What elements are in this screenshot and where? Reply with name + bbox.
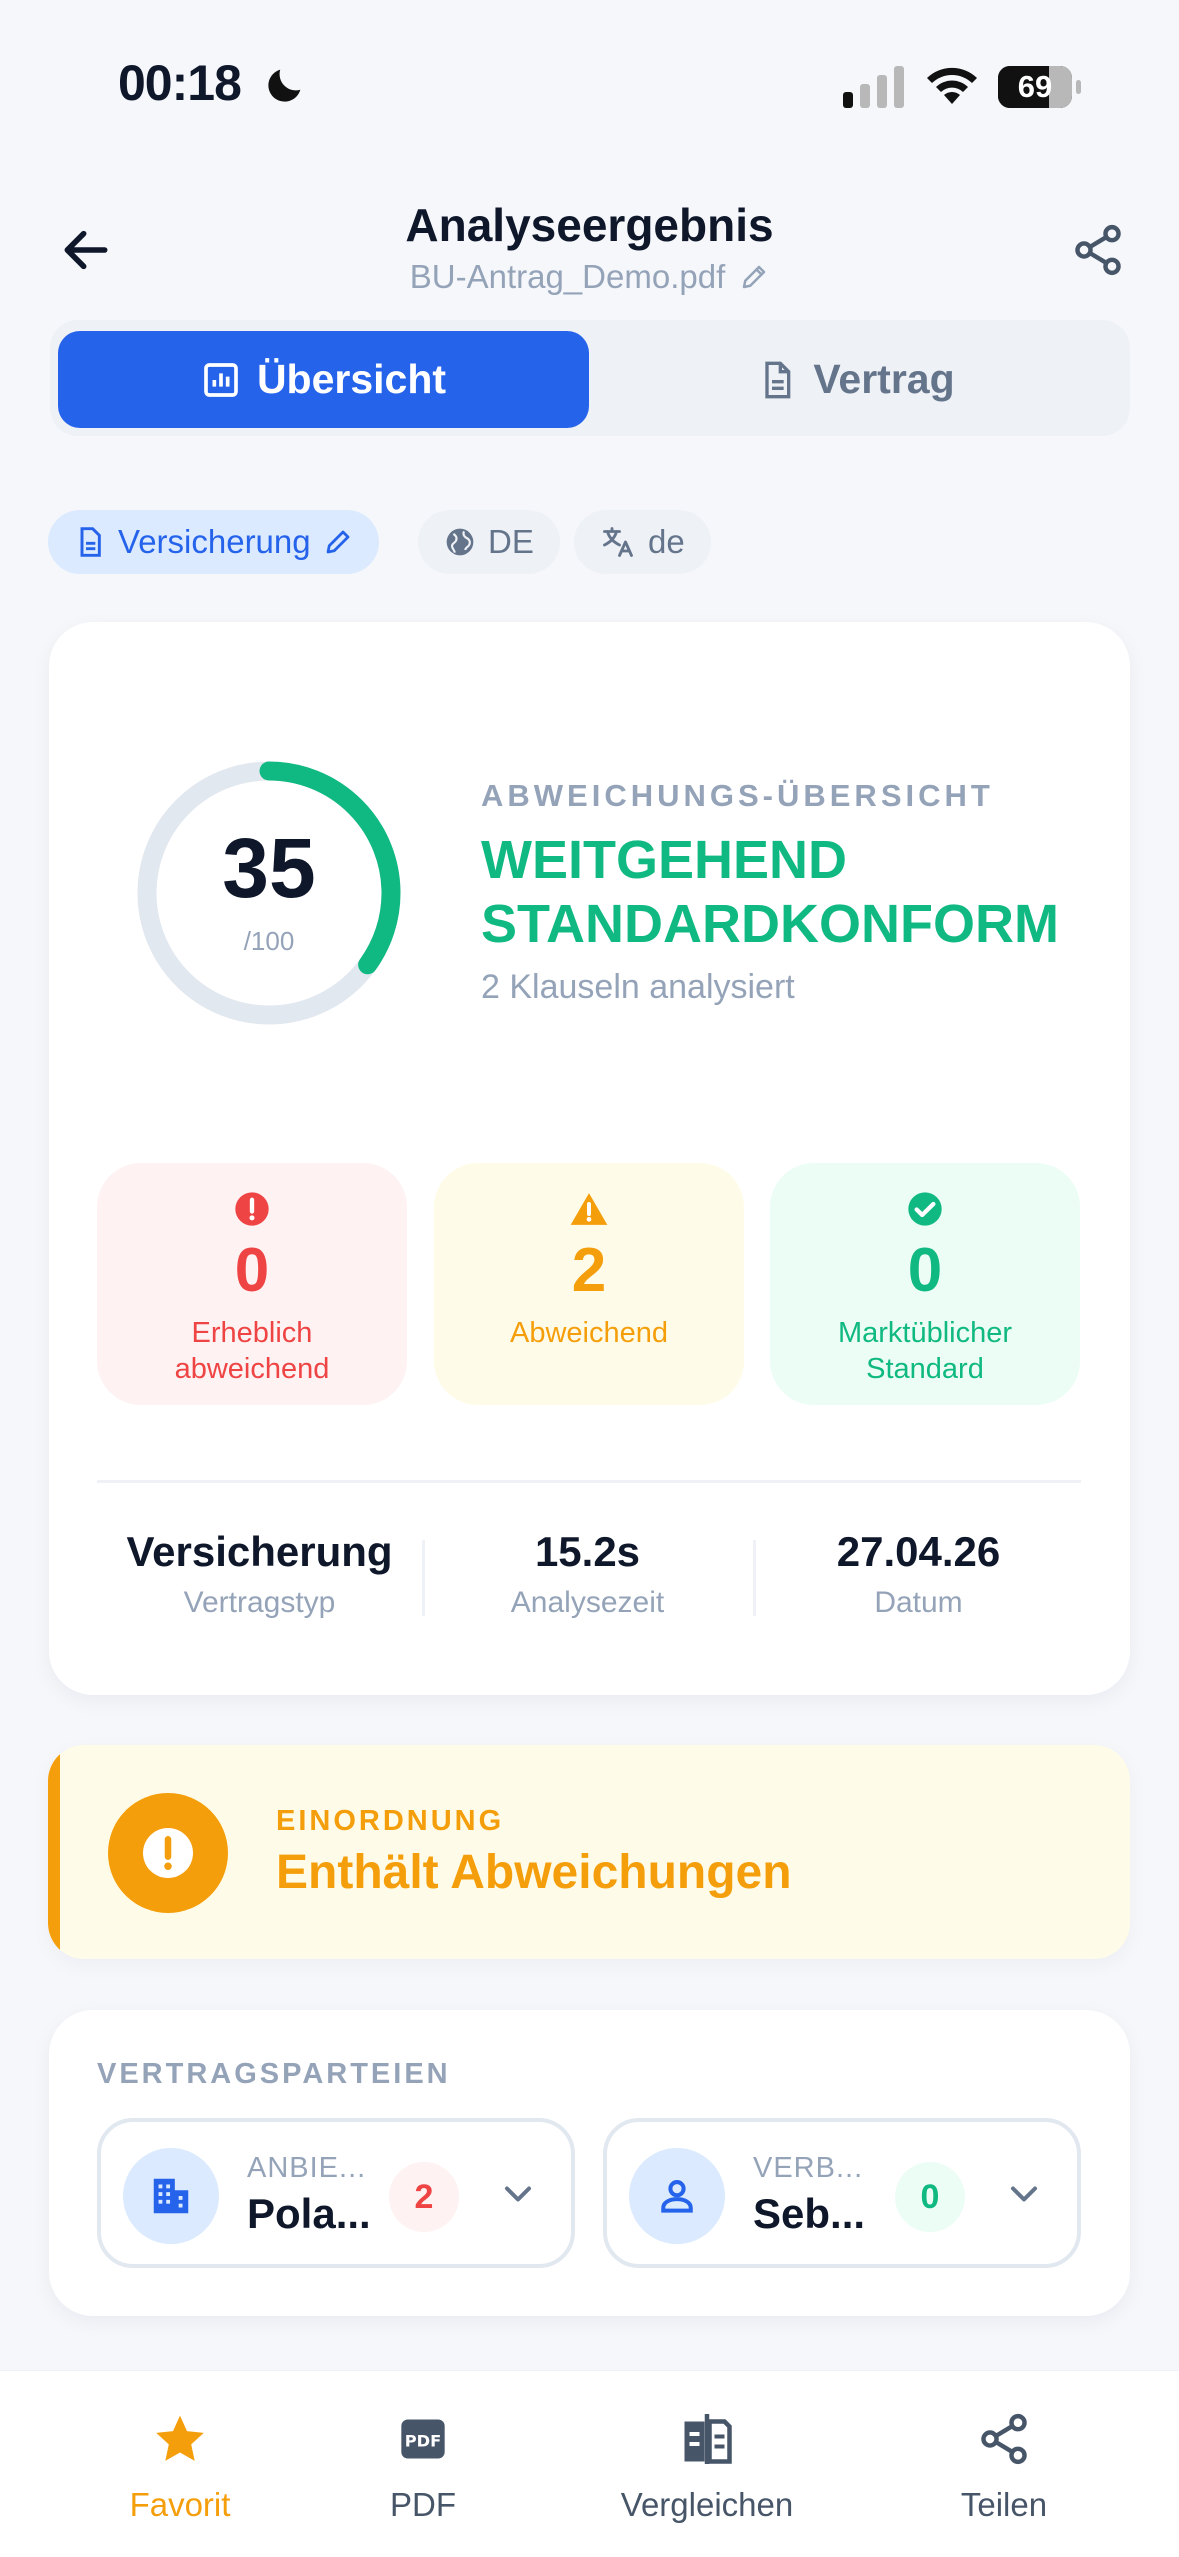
stat-count: 0 (234, 1236, 270, 1305)
nav-compare[interactable]: Vergleichen (587, 2408, 827, 2524)
building-icon (123, 2148, 219, 2244)
document-icon (80, 527, 101, 557)
file-name-row[interactable]: BU-Antrag_Demo.pdf (0, 258, 1179, 296)
party-name: Seb... (753, 2190, 866, 2237)
meta-value: Versicherung (126, 1528, 393, 1575)
globe-icon (446, 528, 474, 556)
party-consumer[interactable]: VERB... Seb... 0 (603, 2118, 1081, 2268)
meta-contract-type: Versicherung Vertragstyp (97, 1528, 422, 1620)
stat-significant-deviation[interactable]: 0 Erheblich abweichend (97, 1163, 407, 1405)
party-count-badge: 2 (389, 2162, 459, 2232)
overview-status: WEITGEHEND STANDARDKONFORM (481, 828, 1081, 956)
nav-share[interactable]: Teilen (884, 2408, 1124, 2524)
meta-label: Vertragstyp (183, 1586, 336, 1619)
nav-label: PDF (390, 2486, 456, 2523)
battery-percentage: 69 (1017, 69, 1053, 104)
compare-icon (684, 2414, 732, 2464)
classification-label: EINORDNUNG (276, 1805, 505, 1837)
stat-count: 2 (571, 1236, 607, 1305)
tab-label: Vertrag (813, 356, 955, 402)
status-time: 00:18 (118, 55, 242, 111)
party-name: Pola... (247, 2190, 371, 2237)
meta-analysis-time: 15.2s Analysezeit (425, 1528, 750, 1620)
score-max: /100 (243, 926, 295, 956)
accent-bar (48, 1745, 60, 1959)
meta-value: 27.04.26 (836, 1528, 1001, 1575)
meta-date: 27.04.26 Datum (756, 1528, 1081, 1620)
country-chip: DE (418, 510, 560, 574)
chip-label: DE (488, 523, 534, 560)
stat-label: Marktüblicher Standard (838, 1315, 1012, 1387)
stat-market-standard[interactable]: 0 Marktüblicher Standard (770, 1163, 1080, 1405)
tab-label: Übersicht (256, 356, 447, 402)
parties-label: VERTRAGSPARTEIEN (97, 2058, 451, 2090)
party-type: VERB... (753, 2152, 864, 2184)
chip-label: Versicherung (118, 523, 311, 560)
party-count-badge: 0 (895, 2162, 965, 2232)
nav-label: Teilen (960, 2486, 1048, 2523)
meta-value: 15.2s (534, 1528, 641, 1575)
share-icon (981, 2413, 1027, 2465)
overview-section-label: ABWEICHUNGS-ÜBERSICHT (481, 778, 994, 813)
meta-label: Datum (874, 1586, 963, 1619)
share-button[interactable] (1060, 212, 1136, 288)
exclamation-icon (143, 1828, 193, 1878)
party-provider[interactable]: ANBIE... Pola... 2 (97, 2118, 575, 2268)
chart-icon (204, 362, 238, 397)
alert-icon (108, 1793, 228, 1913)
nav-pdf[interactable]: PDF PDF (303, 2408, 543, 2524)
language-chip: de (574, 510, 711, 574)
stat-label-line: Marktüblicher (837, 1317, 1013, 1349)
classification-card: EINORDNUNG Enthält Abweichungen (48, 1745, 1130, 1959)
document-icon (765, 361, 791, 398)
nav-favorite[interactable]: Favorit (60, 2408, 300, 2524)
status-line-2: STANDARDKONFORM (481, 894, 1059, 954)
person-icon (629, 2148, 725, 2244)
stat-label-line: Erheblich (191, 1317, 313, 1349)
file-name: BU-Antrag_Demo.pdf (409, 258, 726, 295)
chevron-down-icon (1010, 2186, 1038, 2202)
moon-icon (268, 69, 301, 102)
stat-label: Abweichend (510, 1315, 668, 1351)
stat-label-line: Abweichend (510, 1317, 668, 1349)
nav-label: Vergleichen (620, 2486, 794, 2523)
divider (97, 1480, 1081, 1483)
tab-vertrag[interactable]: Vertrag (590, 331, 1122, 428)
battery-indicator: 69 (998, 66, 1082, 108)
star-icon (156, 2415, 204, 2461)
contract-type-chip[interactable]: Versicherung (48, 510, 379, 574)
cellular-signal-icon (843, 66, 904, 108)
party-type: ANBIE... (247, 2152, 367, 2184)
error-icon (235, 1192, 269, 1226)
pencil-icon (326, 530, 349, 554)
stat-label-line: abweichend (174, 1353, 330, 1385)
classification-title: Enthält Abweichungen (276, 1846, 792, 1899)
stat-deviating[interactable]: 2 Abweichend (434, 1163, 744, 1405)
share-icon (1075, 224, 1121, 276)
page-title: Analyseergebnis (405, 199, 774, 251)
pdf-icon: PDF (401, 2419, 445, 2459)
chip-label: de (648, 523, 685, 560)
pencil-icon[interactable] (739, 262, 769, 292)
chevron-down-icon (504, 2186, 532, 2202)
svg-text:PDF: PDF (405, 2432, 442, 2451)
stat-count: 0 (907, 1236, 943, 1305)
meta-label: Analysezeit (510, 1586, 665, 1619)
stat-label: Erheblich abweichend (175, 1315, 330, 1387)
check-circle-icon (908, 1192, 942, 1226)
stat-label-line: Standard (866, 1353, 984, 1385)
nav-label: Favorit (129, 2486, 231, 2523)
wifi-icon (927, 67, 977, 104)
tab-uebersicht[interactable]: Übersicht (58, 331, 589, 428)
warning-icon (570, 1193, 608, 1225)
translate-icon (603, 527, 633, 557)
status-line-1: WEITGEHEND (481, 830, 848, 890)
clauses-count: 2 Klauseln analysiert (481, 968, 795, 1006)
score-value: 35 (222, 821, 316, 915)
